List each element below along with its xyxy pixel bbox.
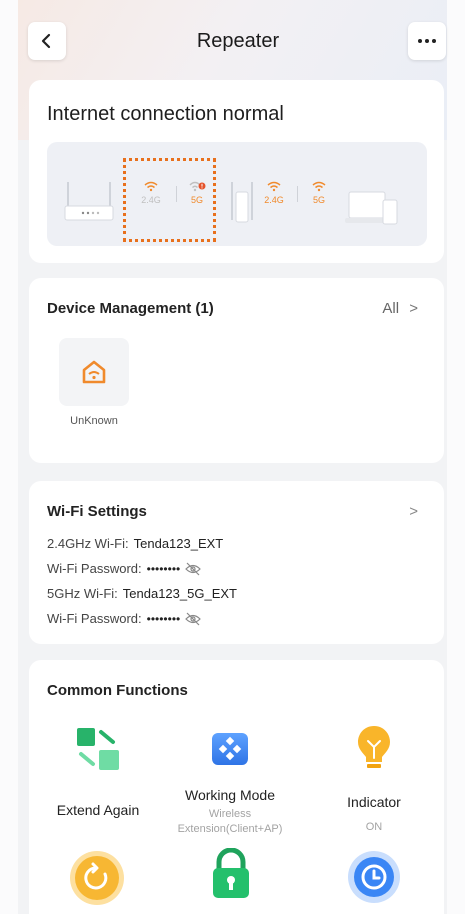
wifi-5g-label: 5GHz Wi-Fi:	[47, 586, 118, 601]
lock-icon[interactable]	[210, 848, 252, 898]
wifi-5g-ssid: Tenda123_5G_EXT	[122, 586, 237, 601]
all-label: All	[382, 300, 400, 317]
reboot-icon[interactable]	[69, 850, 125, 906]
password-label: Wi-Fi Password:	[47, 611, 142, 626]
device-name: UnKnown	[70, 415, 118, 427]
left-frame	[0, 0, 18, 914]
status-card: Internet connection normal 2.4G 5G 2.4G …	[29, 80, 444, 263]
right-frame	[447, 0, 465, 914]
wifi-icon	[312, 181, 326, 192]
password-masked: ••••••••	[146, 611, 181, 626]
wifi-settings-title: Wi-Fi Settings	[47, 503, 147, 520]
wifi-24-ssid: Tenda123_EXT	[133, 536, 224, 551]
network-topology: 2.4G 5G 2.4G 5G	[47, 142, 427, 246]
working-mode-button[interactable]: Working Mode Wireless Extension(Client+A…	[155, 787, 305, 837]
right-band-5g: 5G	[306, 180, 332, 205]
eye-off-icon[interactable]	[185, 562, 202, 576]
indicator-bulb-icon[interactable]	[356, 724, 392, 774]
wifi-5g-password-row: Wi-Fi Password: ••••••••	[47, 611, 202, 626]
router-icon	[64, 182, 114, 221]
password-masked: ••••••••	[146, 561, 181, 576]
chevron-right-icon[interactable]: >	[409, 503, 418, 520]
extend-again-button[interactable]: Extend Again	[23, 802, 173, 818]
wifi-24-label: 2.4GHz Wi-Fi:	[47, 536, 129, 551]
password-label: Wi-Fi Password:	[47, 561, 142, 576]
schedule-clock-icon[interactable]	[347, 850, 401, 904]
wifi-24-row: 2.4GHz Wi-Fi: Tenda123_EXT	[47, 536, 223, 551]
left-band-5g: 5G	[184, 180, 210, 205]
indicator-button[interactable]: Indicator ON	[299, 794, 449, 835]
more-icon	[418, 39, 436, 43]
band-divider	[297, 186, 298, 202]
common-functions-card: Common Functions Extend Again Working Mo…	[29, 660, 444, 914]
extend-again-label: Extend Again	[56, 802, 140, 818]
eye-off-icon[interactable]	[185, 612, 202, 626]
extend-again-icon[interactable]	[75, 726, 123, 774]
wifi-icon	[267, 181, 281, 192]
connection-status: Internet connection normal	[47, 103, 284, 125]
indicator-label: Indicator	[347, 794, 401, 810]
common-functions-title: Common Functions	[47, 682, 188, 699]
working-mode-icon[interactable]	[211, 729, 249, 767]
header: Repeater	[28, 22, 448, 62]
right-band-24: 2.4G	[261, 180, 287, 205]
page-title: Repeater	[196, 30, 280, 52]
working-mode-label: Working Mode	[184, 787, 275, 803]
home-wifi-icon	[82, 360, 106, 384]
left-band-24: 2.4G	[138, 180, 164, 205]
more-button[interactable]	[408, 22, 446, 60]
wifi-settings-card[interactable]: Wi-Fi Settings > 2.4GHz Wi-Fi: Tenda123_…	[29, 481, 444, 644]
chevron-right-icon: >	[409, 300, 418, 317]
device-item[interactable]	[59, 338, 129, 406]
clients-icon	[345, 191, 398, 225]
working-mode-value: Wireless Extension(Client+AP)	[177, 808, 283, 835]
wifi-icon	[144, 181, 158, 192]
wifi-5g-row: 5GHz Wi-Fi: Tenda123_5G_EXT	[47, 586, 237, 601]
wifi-24-password-row: Wi-Fi Password: ••••••••	[47, 561, 202, 576]
device-management-title: Device Management (1)	[47, 300, 214, 317]
band-divider	[176, 186, 177, 202]
wifi-error-icon	[189, 181, 206, 192]
device-management-card: Device Management (1) All > UnKnown	[29, 278, 444, 463]
indicator-status: ON	[365, 821, 383, 833]
repeater-icon	[231, 182, 253, 223]
all-devices-link[interactable]: All >	[382, 300, 418, 317]
